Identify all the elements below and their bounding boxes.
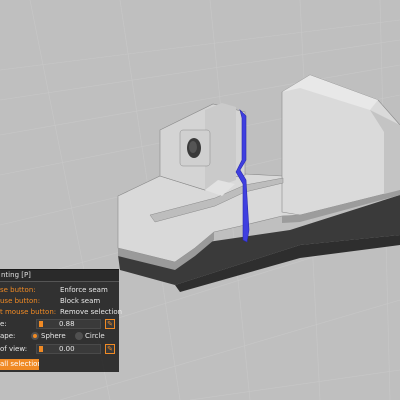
cursor-shape-row: ape: Sphere Circle [0,331,119,341]
radio-sphere-label: Sphere [41,332,66,340]
brush-size-slider[interactable]: 0.88 [36,319,101,329]
clipping-slider[interactable]: 0.00 [36,344,101,354]
row-value: Enforce seam [60,286,108,294]
row-value: Remove selection [60,308,123,316]
clipping-label: of view: [0,345,28,353]
row-label: t mouse button: [0,308,57,316]
row-right-mouse: use button: Block seam [0,296,119,306]
row-left-mouse: se button: Enforce seam [0,285,119,295]
row-label: se button: [0,286,36,294]
clear-selection-button[interactable]: all selection [0,359,39,370]
pen-icon[interactable]: ✎ [105,319,115,329]
clipping-value: 0.00 [59,345,75,353]
3d-viewport[interactable]: nting [P] se button: Enforce seam use bu… [0,0,400,400]
panel-title: nting [P] [0,270,119,282]
brush-size-label: e: [0,320,7,328]
row-label: use button: [0,297,41,305]
slider-grab[interactable] [39,321,43,327]
radio-circle[interactable] [75,332,83,340]
brush-size-value: 0.88 [59,320,75,328]
brush-size-row: e: 0.88 ✎ [0,319,119,329]
cursor-shape-label: ape: [0,332,16,340]
clipping-row: of view: 0.00 ✎ [0,344,119,354]
row-shift-mouse: t mouse button: Remove selection [0,307,123,317]
seam-painting-panel: nting [P] se button: Enforce seam use bu… [0,269,123,372]
slider-grab[interactable] [39,346,43,352]
radio-sphere[interactable] [31,332,39,340]
row-value: Block seam [60,297,101,305]
pen-icon[interactable]: ✎ [105,344,115,354]
radio-circle-label: Circle [85,332,105,340]
